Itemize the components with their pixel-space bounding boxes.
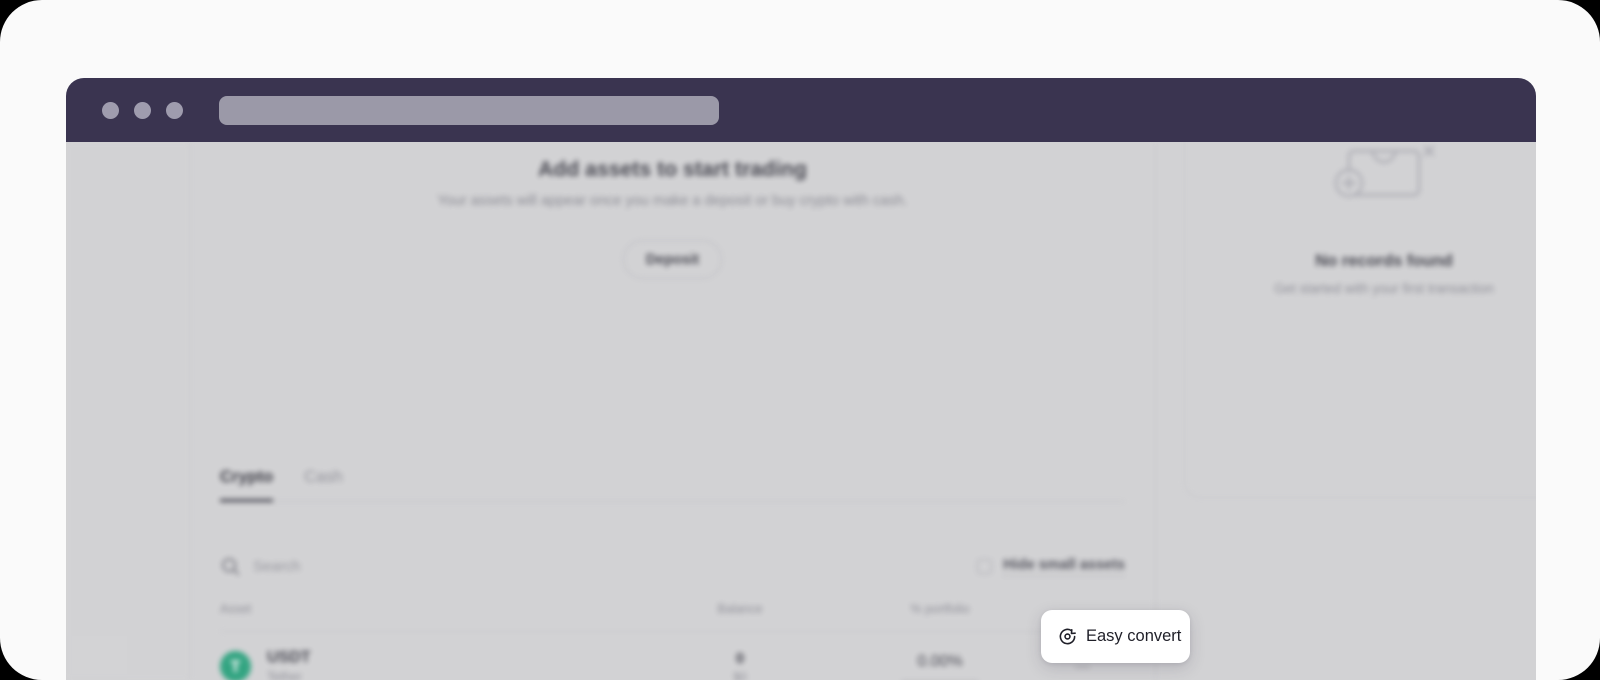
maximize-window-icon[interactable] — [166, 101, 183, 119]
balance-cell: 0 $0 — [640, 648, 840, 680]
asset-cell: T USDT Tether — [220, 647, 640, 680]
asset-tabs-container: Crypto Cash — [220, 468, 1125, 502]
asset-symbol: USDT — [267, 649, 311, 667]
hide-small-assets-checkbox[interactable] — [977, 559, 993, 574]
tab-crypto[interactable]: Crypto — [220, 468, 274, 502]
portfolio-percent-cell: 0.00% — [840, 650, 1040, 680]
usdt-logo-icon: T — [220, 651, 251, 680]
easy-convert-label: Easy convert — [1086, 627, 1182, 645]
transactions-panel: No records found Get started with your f… — [1155, 142, 1536, 680]
search-input[interactable]: Search — [220, 556, 301, 577]
asset-tabs: Crypto Cash — [220, 468, 1125, 502]
hide-small-assets-label: Hide small assets — [1003, 557, 1125, 576]
portfolio-main-column: Add assets to start trading Your assets … — [190, 142, 1155, 680]
browser-chrome-bar — [66, 78, 1536, 142]
no-records-card: No records found Get started with your f… — [1184, 142, 1536, 498]
url-address-bar[interactable] — [219, 95, 719, 125]
convert-icon — [1059, 628, 1076, 645]
page-title: Add assets to start trading — [538, 158, 807, 181]
close-window-icon[interactable] — [102, 101, 119, 119]
page-root: Add assets to start trading Your assets … — [0, 0, 1600, 680]
deposit-button[interactable]: Deposit — [623, 240, 722, 279]
traffic-light-buttons[interactable] — [102, 101, 183, 119]
assets-table: Asset Balance % portfolio T USDT Tether — [220, 602, 1125, 680]
balance-amount: 0 — [735, 649, 745, 667]
search-placeholder: Search — [253, 558, 301, 575]
table-row[interactable]: T USDT Tether 0 $0 0.00% — — [220, 632, 1125, 680]
asset-name: Tether — [267, 669, 302, 680]
no-records-title: No records found — [1315, 252, 1453, 270]
empty-portfolio-state: Add assets to start trading Your assets … — [220, 142, 1125, 279]
app-viewport: Add assets to start trading Your assets … — [66, 142, 1536, 680]
column-header-portfolio: % portfolio — [910, 602, 970, 616]
empty-wallet-illustration-icon — [1334, 145, 1435, 198]
asset-filter-row: Search Hide small assets — [220, 556, 1125, 577]
search-icon — [222, 558, 240, 576]
no-records-subtitle: Get started with your first transaction — [1274, 281, 1494, 296]
hide-small-assets-toggle[interactable]: Hide small assets — [977, 557, 1125, 576]
easy-convert-tooltip[interactable]: Easy convert — [1041, 610, 1190, 663]
browser-window: Add assets to start trading Your assets … — [66, 78, 1536, 680]
empty-state-subtitle: Your assets will appear once you make a … — [437, 193, 908, 209]
minimize-window-icon[interactable] — [134, 101, 151, 119]
app-content-blurred: Add assets to start trading Your assets … — [66, 142, 1536, 680]
app-sidebar — [66, 142, 190, 680]
assets-table-header: Asset Balance % portfolio — [220, 602, 1125, 632]
tab-cash[interactable]: Cash — [304, 468, 343, 487]
column-header-balance: Balance — [717, 602, 763, 616]
portfolio-percent-value: 0.00% — [917, 652, 963, 670]
column-header-asset: Asset — [220, 602, 252, 616]
balance-fiat: $0 — [733, 669, 747, 680]
